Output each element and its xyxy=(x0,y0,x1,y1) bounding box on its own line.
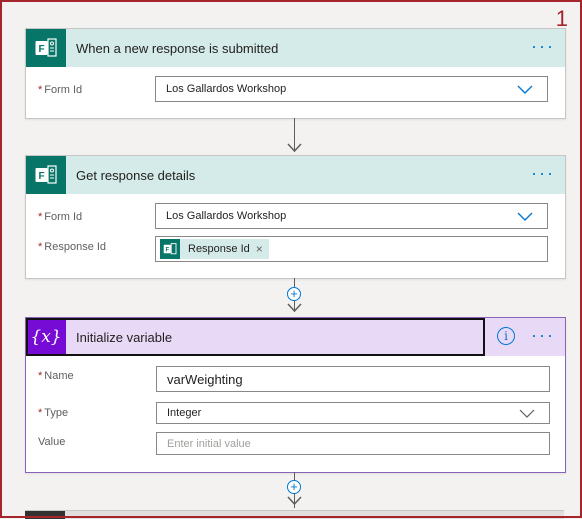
variable-value-placeholder: Enter initial value xyxy=(167,437,251,450)
step-number-label: 1 xyxy=(555,6,568,31)
remove-token-button[interactable]: × xyxy=(256,242,263,256)
variable-name-input[interactable]: varWeighting xyxy=(156,366,550,392)
chevron-down-icon xyxy=(517,212,533,221)
get-response-card: F Get response details ··· * Form Id Los… xyxy=(25,155,566,279)
required-marker: * xyxy=(38,370,43,382)
initialize-variable-title: Initialize variable xyxy=(76,329,173,345)
trigger-more-options-button[interactable]: ··· xyxy=(531,37,555,55)
response-id-input[interactable]: F Response Id × xyxy=(155,236,548,262)
required-marker: * xyxy=(38,84,43,96)
microsoft-forms-icon: F xyxy=(160,239,180,259)
name-label: * Name xyxy=(38,370,74,382)
required-marker: * xyxy=(38,211,43,223)
initialize-variable-card: {x} Initialize variable i ··· * Name var… xyxy=(25,317,566,473)
variable-type-dropdown[interactable]: Integer xyxy=(156,402,550,424)
form-id-dropdown[interactable]: Los Gallardos Workshop xyxy=(155,203,548,229)
get-response-title: Get response details xyxy=(76,167,196,183)
required-marker: * xyxy=(38,407,43,419)
variable-name-row: * Name varWeighting xyxy=(26,366,565,394)
get-response-form-id-row: * Form Id Los Gallardos Workshop xyxy=(26,203,565,231)
info-icon[interactable]: i xyxy=(497,327,515,345)
form-id-label: * Form Id xyxy=(38,84,83,96)
token-label: Response Id xyxy=(188,243,250,255)
response-id-token[interactable]: F Response Id × xyxy=(160,239,269,259)
value-label: Value xyxy=(38,436,66,448)
response-id-row: * Response Id F Response Id × xyxy=(26,236,565,264)
get-response-card-header[interactable]: F Get response details ··· xyxy=(26,156,565,194)
add-step-button[interactable]: + xyxy=(287,287,301,301)
trigger-card: F When a new response is submitted ··· *… xyxy=(25,28,566,119)
microsoft-forms-icon: F xyxy=(26,156,66,194)
svg-text:F: F xyxy=(166,247,170,253)
type-label: * Type xyxy=(38,407,69,419)
initialize-variable-header[interactable]: {x} Initialize variable i ··· xyxy=(26,318,565,356)
form-id-value: Los Gallardos Workshop xyxy=(166,210,287,222)
get-response-more-options-button[interactable]: ··· xyxy=(531,164,555,182)
svg-text:F: F xyxy=(39,171,45,182)
chevron-down-icon xyxy=(519,409,535,418)
variable-icon: {x} xyxy=(26,318,66,356)
svg-text:F: F xyxy=(39,44,45,55)
chevron-down-icon xyxy=(517,85,533,94)
trigger-title: When a new response is submitted xyxy=(76,40,279,56)
required-marker: * xyxy=(38,241,43,253)
arrow-down-icon xyxy=(287,303,302,313)
form-id-dropdown[interactable]: Los Gallardos Workshop xyxy=(155,76,548,102)
arrow-down-icon xyxy=(287,143,302,153)
trigger-card-header[interactable]: F When a new response is submitted ··· xyxy=(26,29,565,67)
variable-type-value: Integer xyxy=(167,407,202,419)
microsoft-forms-icon: F xyxy=(26,29,66,67)
arrow-down-icon xyxy=(287,496,302,506)
variable-name-value: varWeighting xyxy=(167,371,243,387)
variable-type-row: * Type Integer xyxy=(26,402,565,430)
response-id-label: * Response Id xyxy=(38,241,107,253)
form-id-label: * Form Id xyxy=(38,211,83,223)
form-id-value: Los Gallardos Workshop xyxy=(166,83,287,95)
variable-value-row: Value Enter initial value xyxy=(26,432,565,460)
variable-value-input[interactable]: Enter initial value xyxy=(156,432,550,455)
initialize-variable-more-options-button[interactable]: ··· xyxy=(531,326,555,344)
add-step-button[interactable]: + xyxy=(287,480,301,494)
trigger-form-id-row: * Form Id Los Gallardos Workshop xyxy=(26,76,565,104)
